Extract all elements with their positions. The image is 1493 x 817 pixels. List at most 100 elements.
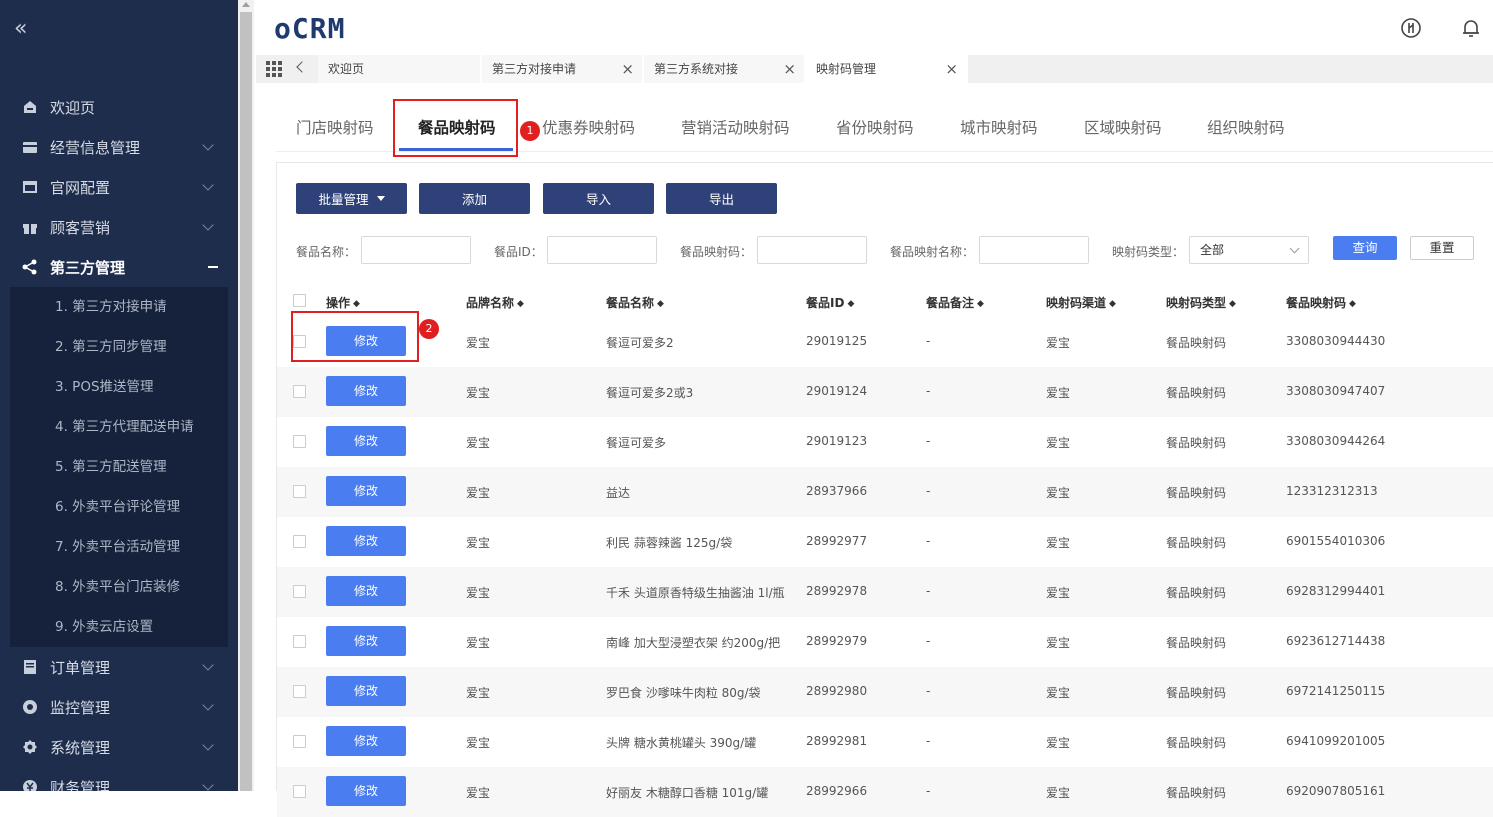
tab-store-code[interactable]: 门店映射码 <box>296 116 374 138</box>
cell-name: 餐逗可爱多2或3 <box>606 386 694 400</box>
edit-button[interactable]: 修改 <box>326 726 406 756</box>
row-checkbox[interactable] <box>293 635 306 648</box>
edit-button[interactable]: 修改 <box>326 526 406 556</box>
tab-label: 映射码管理 <box>816 62 877 76</box>
sidebar-item-customer-marketing[interactable]: 顾客营销 <box>0 207 238 247</box>
sidebar-item-website-config[interactable]: 官网配置 <box>0 167 238 207</box>
column-header[interactable]: 餐品映射码 ◆ <box>1286 294 1356 311</box>
sidebar-item-orders[interactable]: 订单管理 <box>0 647 238 687</box>
button-label: 批量管理 <box>318 192 369 207</box>
edit-button[interactable]: 修改 <box>326 576 406 606</box>
tab-third-party-system[interactable]: 第三方系统对接 × <box>644 55 806 83</box>
dish-code-input[interactable] <box>757 236 867 264</box>
tab-welcome[interactable]: 欢迎页 <box>318 55 482 83</box>
batch-manage-button[interactable]: 批量管理 <box>296 183 407 214</box>
column-header[interactable]: 品牌名称 ◆ <box>466 294 524 311</box>
edit-button[interactable]: 修改 <box>326 476 406 506</box>
row-checkbox[interactable] <box>293 735 306 748</box>
tab-third-party-apply[interactable]: 第三方对接申请 × <box>482 55 644 83</box>
edit-button[interactable]: 修改 <box>326 676 406 706</box>
scroll-up-icon[interactable] <box>242 2 250 7</box>
tab-scroll-left-icon[interactable] <box>296 61 308 73</box>
sidebar-item-business-info[interactable]: 经营信息管理 <box>0 127 238 167</box>
reset-button[interactable]: 重置 <box>1410 236 1474 260</box>
tab-mapping-code[interactable]: 映射码管理 × <box>806 55 968 83</box>
edit-button[interactable]: 修改 <box>326 376 406 406</box>
cell-code: 6901554010306 <box>1286 534 1386 548</box>
window-icon <box>22 179 38 195</box>
edit-button[interactable]: 修改 <box>326 426 406 456</box>
sidebar-subitem[interactable]: 7. 外卖平台活动管理 <box>10 527 228 567</box>
dish-code-name-input[interactable] <box>979 236 1089 264</box>
tab-city-code[interactable]: 城市映射码 <box>960 116 1038 138</box>
select-all-checkbox[interactable] <box>293 294 306 307</box>
collapse-sidebar-icon[interactable]: « <box>14 16 27 41</box>
dish-id-input[interactable] <box>547 236 657 264</box>
sidebar-item-system[interactable]: 系统管理 <box>0 727 238 767</box>
cell-type: 餐品映射码 <box>1166 536 1227 550</box>
close-icon[interactable]: × <box>945 55 958 83</box>
row-checkbox[interactable] <box>293 785 306 798</box>
column-header[interactable]: 操作 ◆ <box>326 294 360 311</box>
sidebar-scrollbar[interactable] <box>238 0 254 791</box>
sidebar-item-label: 官网配置 <box>50 178 111 197</box>
sidebar-subitem[interactable]: 9. 外卖云店设置 <box>10 607 228 647</box>
dish-name-input[interactable] <box>361 236 471 264</box>
cell-type: 餐品映射码 <box>1166 736 1227 750</box>
cell-note: - <box>926 584 931 598</box>
bell-icon[interactable] <box>1460 17 1482 39</box>
theme-toggle-icon[interactable] <box>1400 17 1422 39</box>
sidebar-subitem[interactable]: 1. 第三方对接申请 <box>10 287 228 327</box>
column-header[interactable]: 餐品备注 ◆ <box>926 294 984 311</box>
sidebar-subitem[interactable]: 6. 外卖平台评论管理 <box>10 487 228 527</box>
cell-brand: 爱宝 <box>466 436 491 450</box>
cell-name: 餐逗可爱多2 <box>606 336 674 350</box>
cell-channel: 爱宝 <box>1046 336 1071 350</box>
row-checkbox[interactable] <box>293 385 306 398</box>
sidebar-item-label: 系统管理 <box>50 738 111 757</box>
row-checkbox[interactable] <box>293 435 306 448</box>
sidebar-item-monitoring[interactable]: 监控管理 <box>0 687 238 727</box>
code-type-select[interactable]: 全部 <box>1189 236 1309 264</box>
dish-name-label: 餐品名称： <box>296 245 357 259</box>
tab-district-code[interactable]: 区域映射码 <box>1084 116 1162 138</box>
edit-button[interactable]: 修改 <box>326 776 406 806</box>
sidebar-item-third-party[interactable]: 第三方管理 <box>0 247 238 287</box>
scrollbar-thumb[interactable] <box>240 12 252 791</box>
close-icon[interactable]: × <box>621 55 634 83</box>
cell-code: 6920907805161 <box>1286 784 1386 798</box>
column-header[interactable]: 餐品名称 ◆ <box>606 294 664 311</box>
tab-org-code[interactable]: 组织映射码 <box>1207 116 1285 138</box>
sort-icon: ◆ <box>1229 299 1236 309</box>
tab-province-code[interactable]: 省份映射码 <box>836 116 914 138</box>
cell-id: 29019124 <box>806 384 868 398</box>
sidebar-item-welcome[interactable]: 欢迎页 <box>0 87 238 127</box>
query-button[interactable]: 查询 <box>1333 236 1397 260</box>
sidebar-subitem[interactable]: 8. 外卖平台门店装修 <box>10 567 228 607</box>
table-row: 修改 爱宝 餐逗可爱多2或3 29019124 - 爱宝 餐品映射码 330803094740… <box>277 367 1493 417</box>
import-button[interactable]: 导入 <box>543 183 654 214</box>
sidebar-item-finance[interactable]: 财务管理 <box>0 767 238 791</box>
row-checkbox[interactable] <box>293 485 306 498</box>
sidebar-subitem[interactable]: 2. 第三方同步管理 <box>10 327 228 367</box>
edit-button[interactable]: 修改 <box>326 626 406 656</box>
chevron-down-icon <box>202 699 214 711</box>
sort-icon: ◆ <box>353 299 360 309</box>
add-button[interactable]: 添加 <box>419 183 530 214</box>
row-checkbox[interactable] <box>293 685 306 698</box>
grid-menu-icon[interactable] <box>266 61 282 77</box>
column-header[interactable]: 映射码渠道 ◆ <box>1046 294 1116 311</box>
row-checkbox[interactable] <box>293 585 306 598</box>
column-header[interactable]: 餐品ID ◆ <box>806 294 854 311</box>
sidebar-subitem[interactable]: 3. POS推送管理 <box>10 367 228 407</box>
sidebar-subitem[interactable]: 5. 第三方配送管理 <box>10 447 228 487</box>
tab-coupon-code[interactable]: 优惠券映射码 <box>542 116 635 138</box>
close-icon[interactable]: × <box>783 55 796 83</box>
row-checkbox[interactable] <box>293 535 306 548</box>
sidebar-subitem[interactable]: 4. 第三方代理配送申请 <box>10 407 228 447</box>
export-button[interactable]: 导出 <box>666 183 777 214</box>
tab-campaign-code[interactable]: 营销活动映射码 <box>681 116 790 138</box>
cell-channel: 爱宝 <box>1046 486 1071 500</box>
cell-id: 28992981 <box>806 734 868 748</box>
column-header[interactable]: 映射码类型 ◆ <box>1166 294 1236 311</box>
